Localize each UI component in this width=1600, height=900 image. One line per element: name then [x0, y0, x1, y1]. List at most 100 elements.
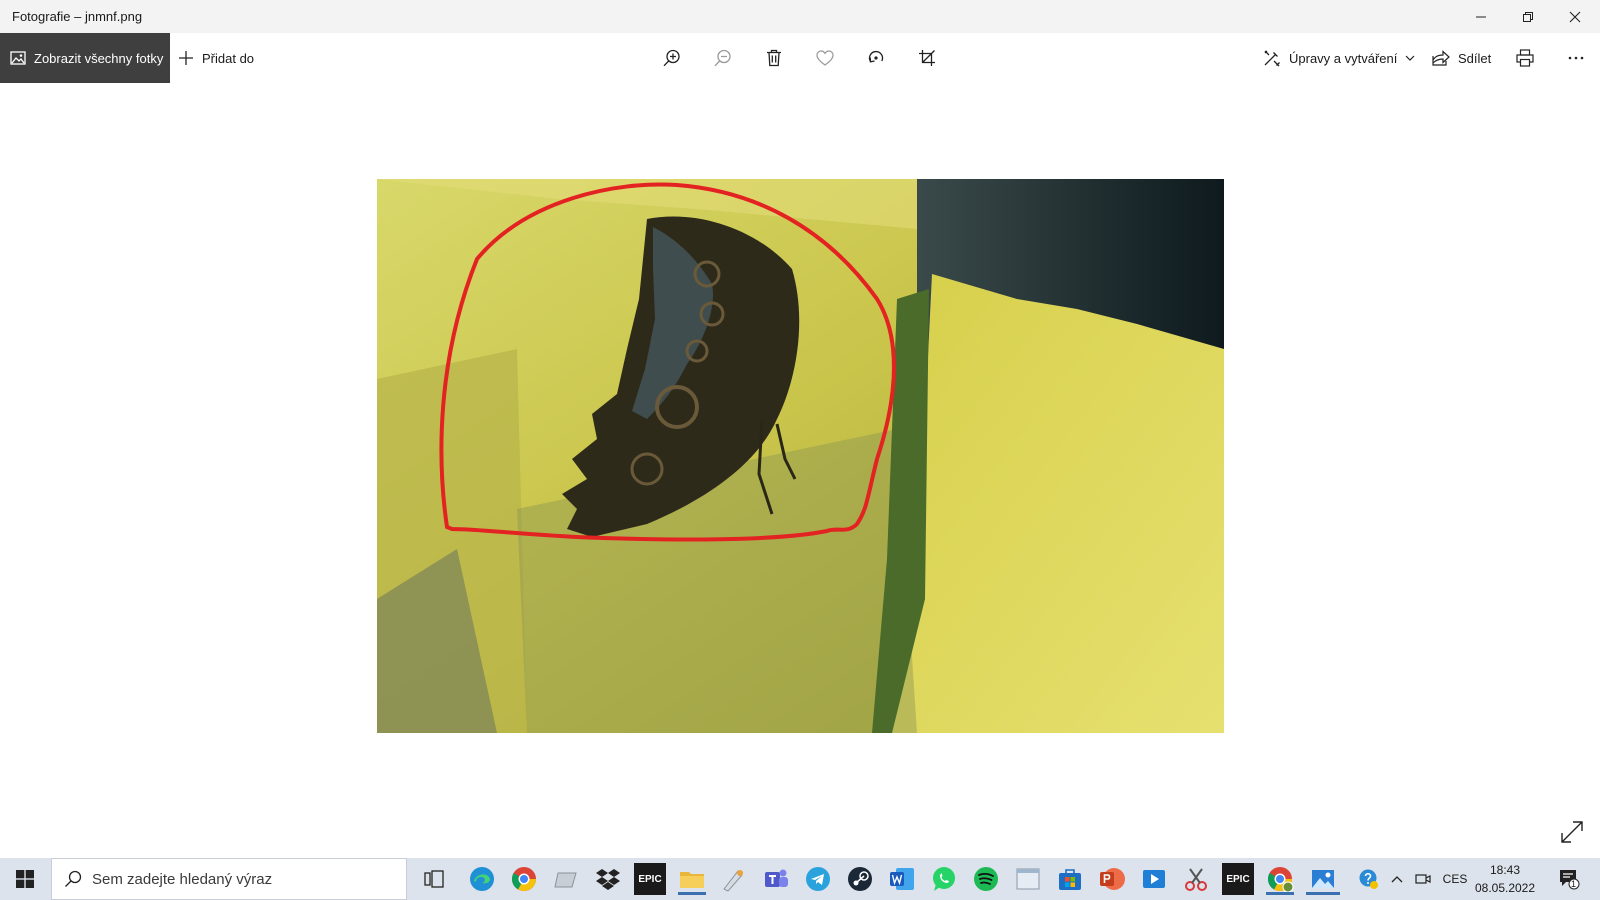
camera-icon [1415, 874, 1431, 884]
zoom-in-icon [663, 49, 680, 67]
add-to-button[interactable]: Přidat do [178, 33, 254, 83]
taskbar-epic-games-2[interactable]: EPIC [1222, 863, 1254, 895]
taskbar-app-window[interactable] [1012, 863, 1044, 895]
word-icon [890, 868, 914, 890]
windows-logo-icon [16, 870, 34, 888]
heart-icon [816, 50, 834, 66]
taskbar-chrome-profile[interactable] [1264, 863, 1296, 895]
taskbar-file-explorer[interactable] [676, 863, 708, 895]
language-label: CES [1442, 872, 1468, 886]
show-hidden-icons-button[interactable] [1386, 858, 1408, 900]
taskbar-spotify[interactable] [970, 863, 1002, 895]
tray-meet-now[interactable] [1410, 858, 1436, 900]
more-options-button[interactable] [1561, 43, 1591, 73]
taskbar-dropbox[interactable] [592, 863, 624, 895]
taskbar-search-box[interactable]: Sem zadejte hledaný výraz [51, 858, 407, 900]
dropbox-icon [596, 869, 620, 890]
help-icon [1359, 869, 1378, 889]
taskbar-whatsapp[interactable] [928, 863, 960, 895]
add-to-label: Přidat do [202, 50, 255, 66]
title-bar: Fotografie – jnmnf.png [0, 0, 1600, 33]
spotify-icon [974, 867, 998, 891]
zoom-in-button[interactable] [657, 43, 687, 73]
start-button[interactable] [0, 858, 50, 900]
taskbar-telegram[interactable] [802, 863, 834, 895]
tray-help[interactable] [1354, 858, 1384, 900]
printer-icon [1516, 49, 1534, 67]
rotate-button[interactable] [861, 43, 891, 73]
butterfly-photo [377, 179, 1224, 733]
taskbar-app-drive[interactable] [550, 863, 582, 895]
language-indicator[interactable]: CES [1438, 858, 1472, 900]
whatsapp-icon [933, 867, 955, 891]
task-view-icon [424, 870, 444, 888]
search-icon [65, 870, 82, 887]
powerpoint-icon [1100, 868, 1125, 890]
active-indicator [1266, 892, 1294, 895]
edge-icon [470, 867, 494, 891]
chrome-icon [511, 867, 536, 892]
notification-count: 1 [1571, 879, 1577, 889]
telegram-icon [806, 867, 830, 891]
chrome-icon-2 [1267, 867, 1294, 893]
clock-time: 18:43 [1489, 863, 1521, 877]
minimize-button[interactable] [1457, 0, 1504, 33]
paint-icon [723, 870, 743, 892]
taskbar-edge[interactable] [466, 863, 498, 895]
scissors-icon [1185, 868, 1207, 891]
notification-icon [1560, 870, 1580, 890]
epic-games-icon-2: EPIC [1226, 873, 1250, 885]
fullscreen-button[interactable] [1560, 820, 1588, 848]
action-center-button[interactable]: 1 [1552, 858, 1586, 900]
restore-button[interactable] [1504, 0, 1551, 33]
taskbar: Sem zadejte hledaný výraz EPIC EPIC CES … [0, 858, 1600, 900]
favorite-button[interactable] [810, 43, 840, 73]
drive-icon [554, 872, 577, 888]
edit-create-menu[interactable]: Úpravy a vytváření [1263, 33, 1415, 83]
taskbar-powerpoint[interactable] [1096, 863, 1128, 895]
search-placeholder: Sem zadejte hledaný výraz [92, 870, 273, 888]
close-icon [1569, 11, 1580, 22]
app-window-icon [1016, 868, 1040, 890]
print-button[interactable] [1510, 43, 1540, 73]
show-all-photos-button[interactable]: Zobrazit všechny fotky [0, 33, 170, 83]
minimize-icon [1475, 16, 1486, 17]
more-icon [1568, 56, 1584, 60]
taskbar-steam[interactable] [844, 863, 876, 895]
clock-date: 08.05.2022 [1474, 881, 1536, 895]
taskbar-photos[interactable] [1306, 863, 1340, 895]
active-indicator [1306, 892, 1340, 895]
zoom-out-icon [714, 49, 731, 67]
taskbar-clock[interactable]: 18:43 08.05.2022 [1470, 858, 1540, 900]
zoom-out-button[interactable] [708, 43, 738, 73]
chevron-up-icon [1391, 876, 1403, 883]
crop-button[interactable] [912, 43, 942, 73]
taskbar-word[interactable] [886, 863, 918, 895]
edit-create-label: Úpravy a vytváření [1289, 50, 1398, 66]
chevron-down-icon [1405, 55, 1415, 61]
share-button[interactable]: Sdílet [1432, 33, 1491, 83]
expand-icon [1561, 821, 1583, 843]
plus-icon [179, 51, 193, 65]
photo-gallery-icon [10, 51, 26, 65]
show-all-photos-label: Zobrazit všechny fotky [34, 50, 164, 66]
app-toolbar: Zobrazit všechny fotky Přidat do Úpravy … [0, 33, 1600, 83]
taskbar-store[interactable] [1054, 863, 1086, 895]
close-button[interactable] [1551, 0, 1598, 33]
taskbar-teams[interactable] [760, 863, 792, 895]
taskbar-chrome[interactable] [508, 863, 540, 895]
taskbar-epic-games[interactable]: EPIC [634, 863, 666, 895]
taskbar-paint[interactable] [718, 863, 750, 895]
share-icon [1432, 50, 1450, 66]
edit-create-icon [1264, 50, 1280, 67]
taskbar-media-player[interactable] [1138, 863, 1170, 895]
window-title: Fotografie – jnmnf.png [12, 9, 143, 24]
taskbar-snipping-tool[interactable] [1180, 863, 1212, 895]
media-player-icon [1143, 870, 1165, 888]
task-view-button[interactable] [418, 863, 450, 895]
delete-button[interactable] [759, 43, 789, 73]
trash-icon [767, 49, 781, 67]
photo-viewer-image [377, 179, 1224, 733]
steam-icon [848, 867, 872, 891]
rotate-icon [868, 50, 884, 63]
